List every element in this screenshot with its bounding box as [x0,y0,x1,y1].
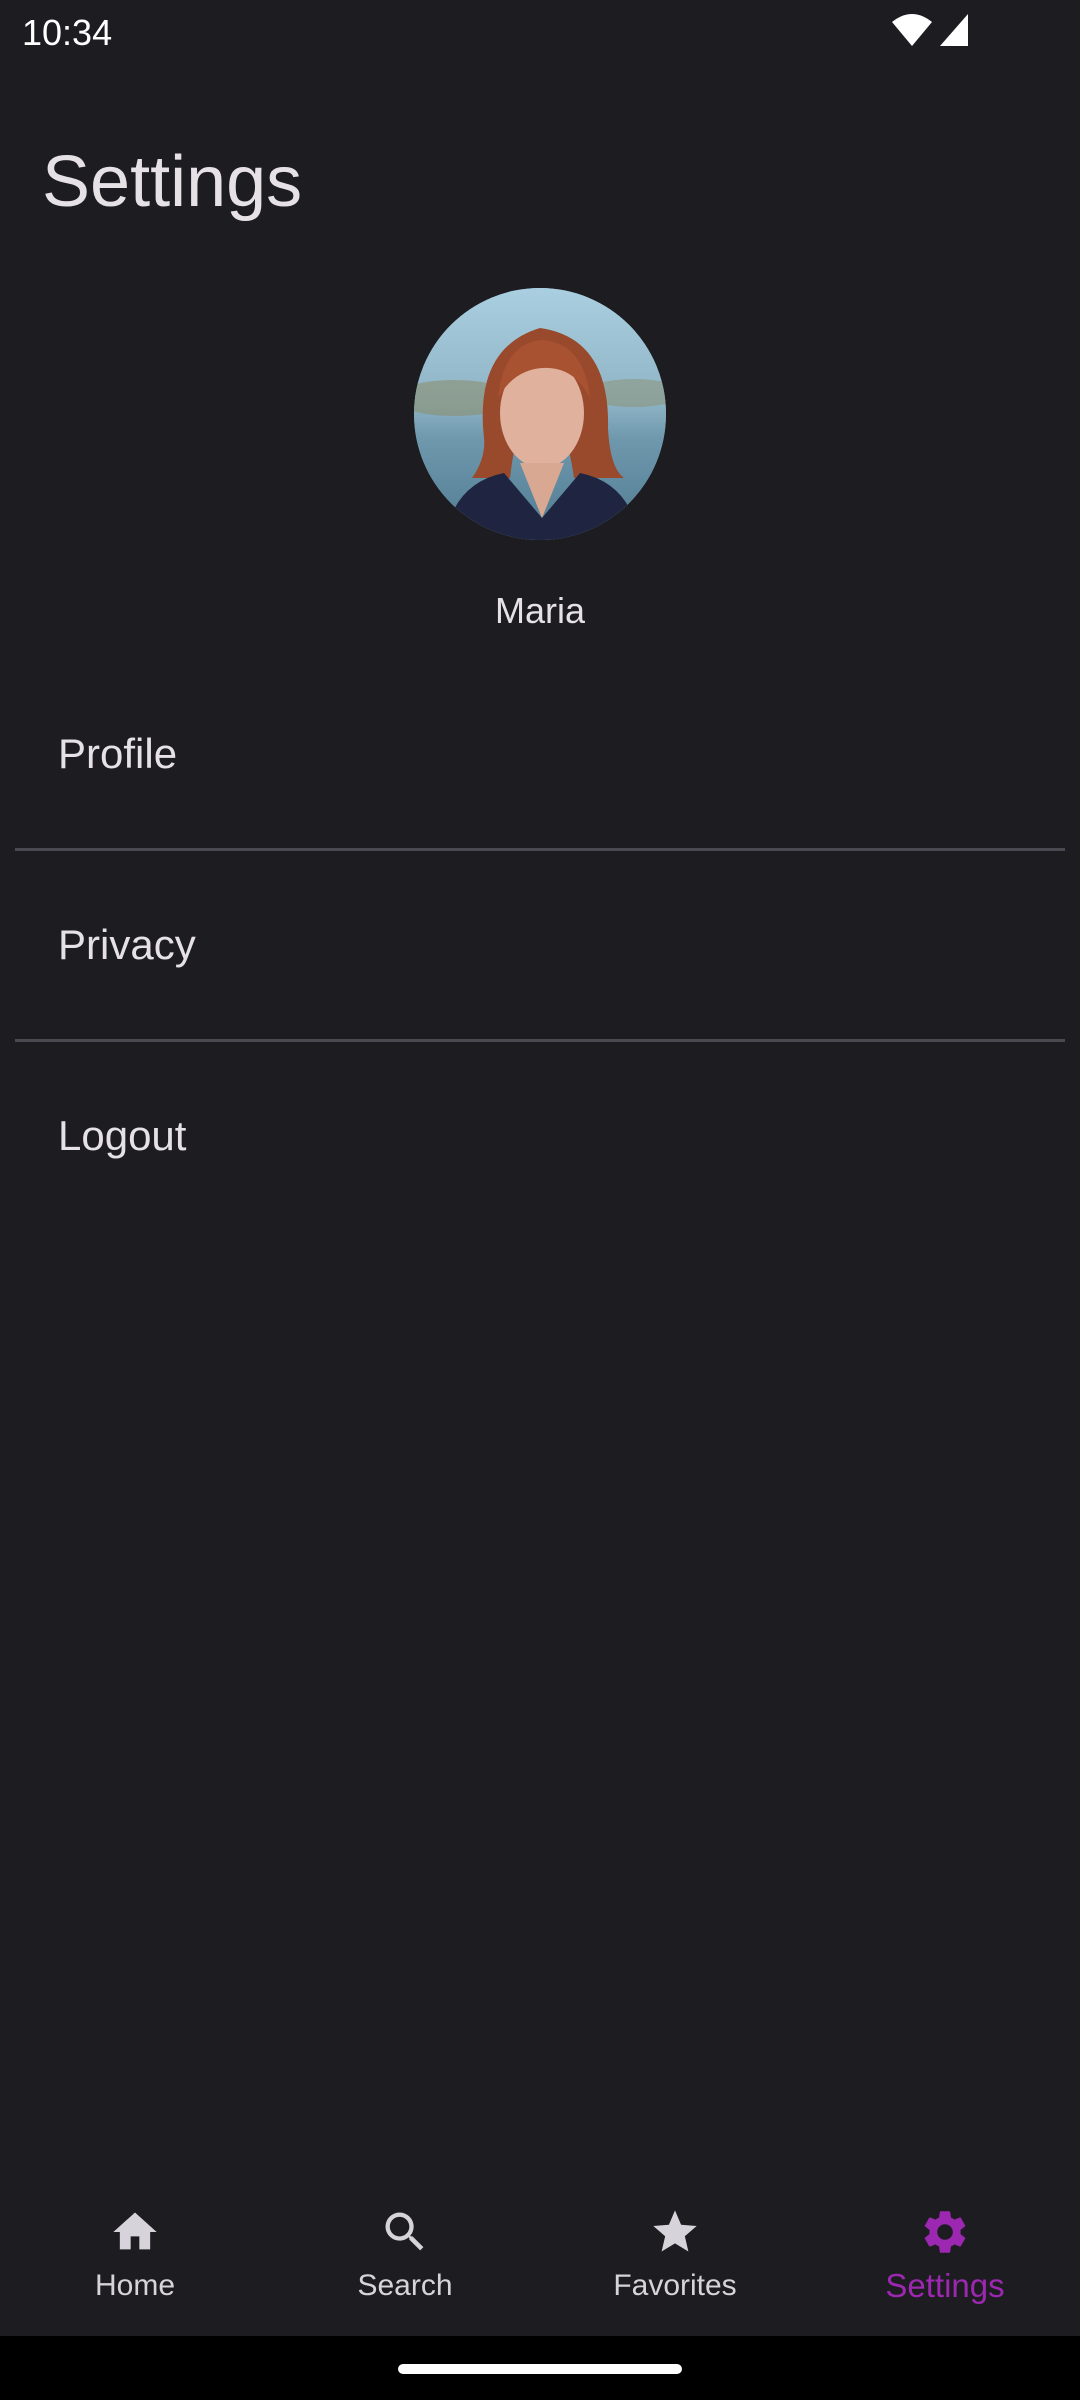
settings-item-label: Profile [58,730,178,777]
nav-label: Favorites [613,2269,737,2302]
nav-label: Home [94,2269,176,2302]
gear-icon [917,2206,973,2263]
star-icon [647,2206,703,2263]
status-icons [892,14,968,51]
bottom-navigation: Home Search Favorites Settings [0,2180,1080,2336]
status-time: 10:34 [22,12,113,53]
settings-item-label: Logout [58,1112,187,1159]
search-icon [377,2206,433,2263]
home-indicator[interactable] [398,2364,682,2374]
settings-item-profile[interactable]: Profile [0,660,1080,848]
cell-signal-icon [940,14,968,51]
wifi-icon [892,14,932,51]
home-icon [107,2206,163,2263]
system-navigation-bar [0,2336,1080,2400]
nav-label: Search [357,2269,453,2302]
settings-item-label: Privacy [58,921,196,968]
avatar[interactable] [414,288,666,540]
settings-item-privacy[interactable]: Privacy [0,851,1080,1039]
nav-item-settings[interactable]: Settings [810,2180,1080,2336]
nav-item-favorites[interactable]: Favorites [540,2180,810,2336]
status-bar: 10:34 [0,0,1080,64]
nav-label: Settings [885,2267,1005,2304]
nav-item-search[interactable]: Search [270,2180,540,2336]
nav-item-home[interactable]: Home [0,2180,270,2336]
avatar-photo [414,288,666,540]
user-name: Maria [494,590,586,631]
page-title: Settings [42,142,303,222]
settings-item-logout[interactable]: Logout [0,1042,1080,1230]
settings-list: Profile Privacy Logout [0,660,1080,1230]
